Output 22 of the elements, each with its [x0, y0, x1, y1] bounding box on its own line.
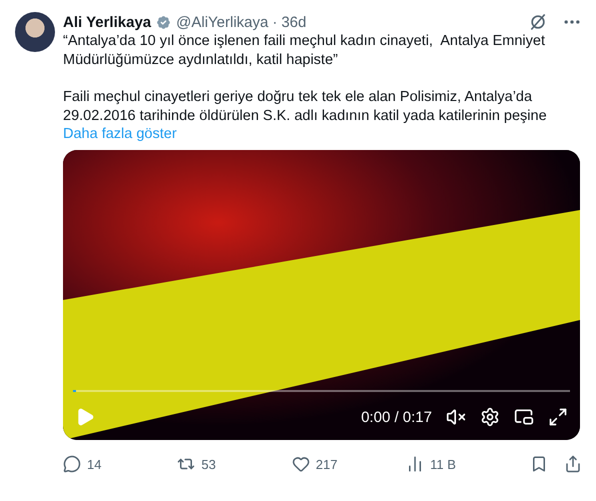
volume-icon[interactable] [446, 407, 466, 427]
like-icon [292, 455, 310, 473]
author-name: Ali Yerlikaya [63, 14, 152, 30]
video-time: 0:00 / 0:17 [361, 408, 432, 426]
share-button[interactable] [564, 455, 582, 473]
video-player[interactable]: 0:00 / 0:17 [63, 150, 580, 440]
like-button[interactable]: 217 [292, 455, 406, 473]
avatar[interactable] [15, 12, 55, 52]
fullscreen-icon[interactable] [548, 407, 568, 427]
post-time: 36d [281, 14, 306, 30]
repost-button[interactable]: 53 [177, 455, 292, 473]
author-handle: @AliYerlikaya [176, 14, 268, 30]
reply-button[interactable]: 14 [63, 455, 178, 473]
post-text: Faili meçhul cinayetleri geriye doğru tek tek ele alan Polisimiz, Antalya’da 29.02.2016 tarihinde öldürülen S.K. adlı kadının katil yada katilerinin peşine [63, 88, 548, 126]
separator: · [272, 14, 278, 30]
slashed-circle-icon[interactable] [528, 12, 548, 32]
views-button[interactable]: 11 B [406, 455, 530, 473]
post-text: “Antalya’da 10 yıl önce işlenen faili meçhul kadın cinayeti, Antalya Emniyet Müdürlüğümüzce aydınlatıldı, katil hapiste” [63, 32, 546, 70]
picture-in-picture-icon[interactable] [514, 407, 534, 427]
share-icon [564, 455, 582, 473]
reply-icon [63, 455, 81, 473]
settings-icon[interactable] [480, 407, 500, 427]
